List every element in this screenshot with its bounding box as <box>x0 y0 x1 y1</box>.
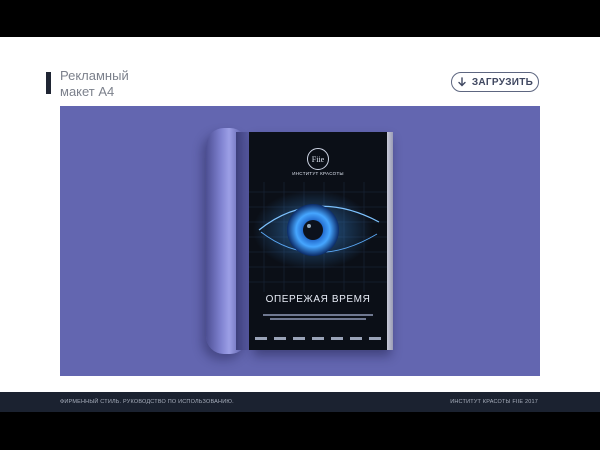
brand-logo: Fiie <box>307 148 329 170</box>
footer-left-text: ФИРМЕННЫЙ СТИЛЬ. РУКОВОДСТВО ПО ИСПОЛЬЗО… <box>60 399 234 405</box>
brand-subtitle: ИНСТИТУТ КРАСОТЫ <box>292 171 344 176</box>
magazine-page-edge <box>387 132 393 350</box>
footer-bar: ФИРМЕННЫЙ СТИЛЬ. РУКОВОДСТВО ПО ИСПОЛЬЗО… <box>0 392 600 412</box>
magazine-spine <box>236 132 250 350</box>
poster-headline: ОПЕРЕЖАЯ ВРЕМЯ <box>265 294 371 305</box>
sponsor-logos <box>255 334 381 342</box>
title-accent-bar <box>46 72 51 94</box>
mockup-stage: Fiie ИНСТИТУТ КРАСОТЫ ОПЕРЕЖАЯ ВРЕМЯ <box>60 106 540 376</box>
page-title: Рекламный макет А4 <box>60 68 129 99</box>
download-button-label: ЗАГРУЗИТЬ <box>471 76 534 88</box>
poster-mockup: Fiie ИНСТИТУТ КРАСОТЫ ОПЕРЕЖАЯ ВРЕМЯ <box>249 132 387 350</box>
footer-right-text: ИНСТИТУТ КРАСОТЫ FIIE 2017 <box>450 399 538 405</box>
download-button[interactable]: ЗАГРУЗИТЬ <box>451 72 539 92</box>
download-arrow-icon <box>457 77 467 87</box>
poster-fine-print <box>263 312 373 322</box>
